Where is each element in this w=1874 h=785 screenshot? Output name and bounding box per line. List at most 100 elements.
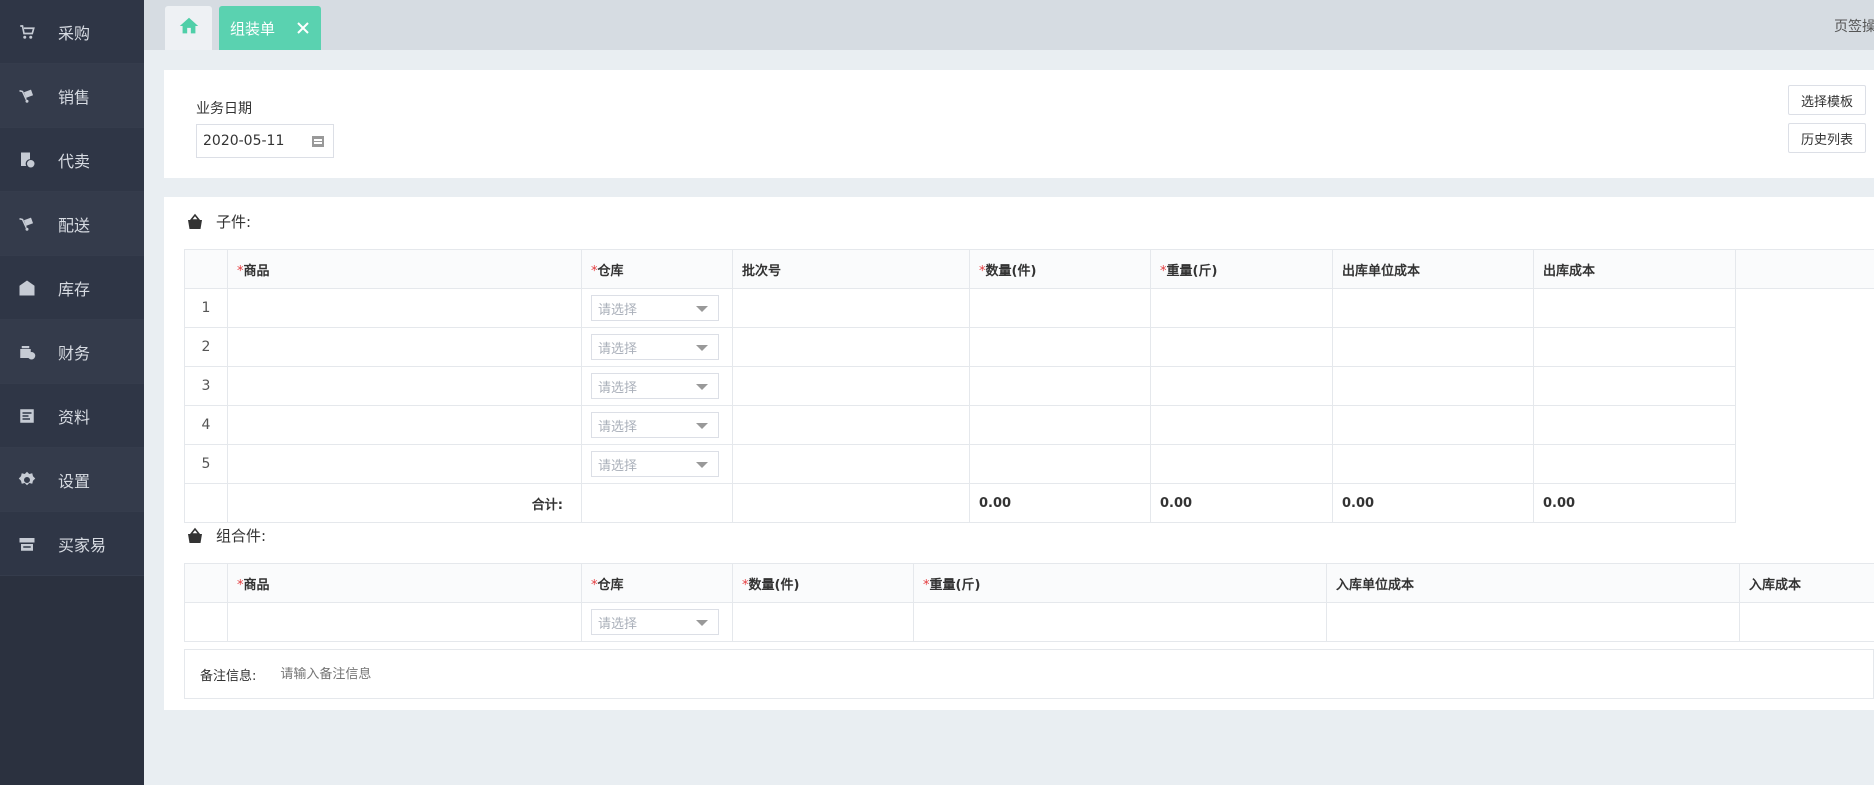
weight-cell[interactable] (1150, 405, 1333, 445)
sidebar-item-data[interactable]: 资料 (0, 384, 144, 448)
column-index (184, 563, 228, 603)
warehouse-select[interactable]: 请选择 (591, 295, 719, 321)
sidebar-item-finance[interactable]: 财务 (0, 320, 144, 384)
table-header-row: *商品 *仓库 *数量(件) *重量(斤) 入库单位成本 入库成本 (184, 563, 1874, 603)
total-warehouse-cell (581, 483, 733, 523)
table-row: 请选择 (184, 602, 1874, 642)
batch-cell[interactable] (732, 288, 970, 328)
history-list-button[interactable]: 历史列表 (1788, 123, 1867, 153)
total-batch-cell (732, 483, 970, 523)
batch-cell[interactable] (732, 327, 970, 367)
total-quantity: 0.00 (969, 483, 1151, 523)
finance-icon (18, 343, 36, 361)
weight-cell[interactable] (1150, 327, 1333, 367)
section-title-text: 组合件: (216, 527, 267, 545)
warehouse-select[interactable]: 请选择 (591, 609, 719, 635)
assembly-table: *商品 *仓库 *数量(件) *重量(斤) 入库单位成本 入库成本 请选择 (184, 563, 1874, 642)
sidebar-item-inventory[interactable]: 库存 (0, 256, 144, 320)
sidebar: 采购 销售 代卖 配送 库存 财务 资料 设置 买家易 (0, 0, 144, 785)
sidebar-item-label: 财务 (58, 343, 91, 363)
weight-cell[interactable] (1150, 288, 1333, 328)
column-product: *商品 (227, 249, 582, 289)
sidebar-item-buyer[interactable]: 买家易 (0, 512, 144, 576)
weight-cell[interactable] (1150, 444, 1333, 484)
cost-cell (1739, 602, 1874, 642)
warehouse-cell: 请选择 (581, 405, 733, 445)
sidebar-item-label: 配送 (58, 215, 91, 235)
warehouse-select[interactable]: 请选择 (591, 373, 719, 399)
assembly-title: 组合件: (186, 525, 266, 546)
close-icon[interactable] (293, 18, 313, 38)
product-cell[interactable] (227, 288, 582, 328)
remark-row: 备注信息: (184, 649, 1874, 699)
quantity-cell[interactable] (969, 405, 1151, 445)
batch-cell[interactable] (732, 366, 970, 406)
unit-cost-cell (1332, 366, 1534, 406)
tab-label: 组装单 (230, 19, 276, 38)
column-weight: *重量(斤) (1150, 249, 1333, 289)
warehouse-icon (18, 279, 36, 297)
remark-input[interactable] (280, 666, 681, 682)
tab-assembly-order[interactable]: 组装单 (219, 6, 321, 50)
select-template-button[interactable]: 选择模板 (1788, 85, 1867, 115)
quantity-cell[interactable] (969, 327, 1151, 367)
product-cell[interactable] (227, 405, 582, 445)
column-product: *商品 (227, 563, 582, 603)
main-card: 子件: *商品 *仓库 批次号 *数量(件) *重量(斤) 出库单位成本 出库成… (164, 197, 1874, 710)
chevron-down-icon (696, 384, 708, 390)
warehouse-select[interactable]: 请选择 (591, 412, 719, 438)
table-row: 3 请选择 (184, 366, 1874, 406)
extra-cell (1735, 288, 1874, 523)
store-icon (18, 535, 36, 553)
date-label: 业务日期 (196, 101, 252, 117)
weight-cell[interactable] (913, 602, 1327, 642)
sidebar-item-settings[interactable]: 设置 (0, 448, 144, 512)
row-index: 1 (184, 288, 228, 328)
sidebar-item-purchase[interactable]: 采购 (0, 0, 144, 64)
product-cell[interactable] (227, 602, 582, 642)
warehouse-cell: 请选择 (581, 444, 733, 484)
sidebar-item-label: 销售 (58, 87, 91, 107)
column-out-unit-cost: 出库单位成本 (1332, 249, 1534, 289)
sidebar-item-label: 采购 (58, 23, 91, 43)
calendar-icon (311, 134, 325, 148)
batch-cell[interactable] (732, 444, 970, 484)
table-row: 5 请选择 (184, 444, 1874, 484)
weight-cell[interactable] (1150, 366, 1333, 406)
chevron-down-icon (696, 620, 708, 626)
batch-cell[interactable] (732, 405, 970, 445)
cost-cell (1533, 444, 1736, 484)
sidebar-item-consign[interactable]: 代卖 (0, 128, 144, 192)
column-quantity: *数量(件) (732, 563, 914, 603)
warehouse-select[interactable]: 请选择 (591, 451, 719, 477)
column-in-unit-cost: 入库单位成本 (1326, 563, 1740, 603)
unit-cost-cell (1326, 602, 1740, 642)
warehouse-select[interactable]: 请选择 (591, 334, 719, 360)
sidebar-item-label: 设置 (58, 471, 91, 491)
product-cell[interactable] (227, 444, 582, 484)
column-warehouse: *仓库 (581, 563, 733, 603)
total-cost: 0.00 (1533, 483, 1736, 523)
table-header-row: *商品 *仓库 批次号 *数量(件) *重量(斤) 出库单位成本 出库成本 (184, 249, 1874, 289)
date-field[interactable]: 2020-05-11 (196, 124, 334, 158)
tab-operations[interactable]: 页签操作 (1834, 16, 1874, 36)
sidebar-item-sales[interactable]: 销售 (0, 64, 144, 128)
sidebar-item-delivery[interactable]: 配送 (0, 192, 144, 256)
quantity-cell[interactable] (969, 288, 1151, 328)
table-row: 1 请选择 (184, 288, 1874, 523)
cost-cell (1533, 405, 1736, 445)
quantity-cell[interactable] (732, 602, 914, 642)
tab-home[interactable] (165, 6, 212, 50)
warehouse-cell: 请选择 (581, 366, 733, 406)
header-card: 业务日期 2020-05-11 选择模板 历史列表 (164, 70, 1874, 178)
section-title-text: 子件: (216, 213, 252, 231)
column-batch: 批次号 (732, 249, 970, 289)
sidebar-item-label: 代卖 (58, 151, 91, 171)
quantity-cell[interactable] (969, 366, 1151, 406)
cost-cell (1533, 366, 1736, 406)
quantity-cell[interactable] (969, 444, 1151, 484)
row-index (184, 483, 228, 523)
product-cell[interactable] (227, 327, 582, 367)
product-cell[interactable] (227, 366, 582, 406)
tab-bar: 组装单 页签操作 (144, 0, 1874, 50)
